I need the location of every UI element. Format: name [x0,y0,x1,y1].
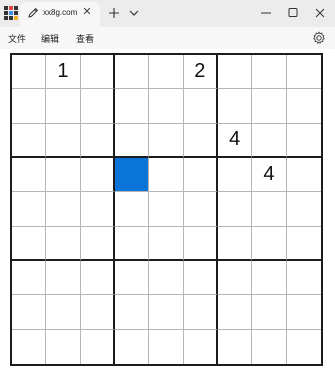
sudoku-cell[interactable] [252,329,287,364]
sudoku-cell[interactable] [12,260,47,296]
sudoku-cell[interactable] [183,123,218,158]
sudoku-cell[interactable] [149,295,184,330]
browser-tab[interactable]: xx8g.com ✕ [20,2,100,27]
app-icon[interactable] [4,6,18,20]
close-icon[interactable] [311,4,329,22]
sudoku-cell[interactable] [183,226,218,261]
sudoku-cell[interactable] [46,192,81,227]
sudoku-cell[interactable] [46,123,81,158]
sudoku-cell[interactable] [184,329,218,364]
sudoku-cell[interactable] [149,260,184,296]
sudoku-cell[interactable] [80,157,115,193]
sudoku-cell[interactable] [115,329,150,364]
chevron-down-icon[interactable] [126,4,142,22]
sudoku-cell[interactable] [286,192,321,227]
sudoku-cell[interactable] [149,123,184,158]
sudoku-cell[interactable] [80,89,115,124]
sudoku-cell[interactable] [252,295,287,330]
sudoku-cell[interactable] [286,124,321,158]
sudoku-cell[interactable] [149,55,184,90]
selected-cell[interactable] [114,157,150,193]
sudoku-cell[interactable] [217,89,253,124]
sudoku-cell[interactable] [12,123,47,158]
sudoku-cell[interactable] [80,55,115,90]
sudoku-cell[interactable] [286,55,321,90]
sudoku-cell[interactable] [80,295,115,330]
sudoku-cell[interactable] [46,295,81,330]
sudoku-cell[interactable] [217,295,253,330]
sudoku-cell[interactable] [252,89,287,124]
sudoku-cell[interactable] [12,89,47,124]
sudoku-cell[interactable] [46,89,81,124]
sudoku-cell[interactable] [114,55,150,90]
sudoku-cell[interactable] [217,226,253,261]
menu-edit[interactable]: 编辑 [41,32,59,45]
sudoku-cell[interactable]: 1 [46,55,81,90]
sudoku-cell[interactable] [217,157,253,193]
tab-close-icon[interactable]: ✕ [81,5,93,19]
sudoku-cell[interactable] [149,89,184,124]
sudoku-cell[interactable] [149,192,184,227]
sudoku-cell[interactable] [46,329,81,364]
sudoku-cell[interactable] [252,123,287,158]
sudoku-cell[interactable] [252,192,287,227]
sudoku-cell[interactable] [217,260,253,296]
sudoku-cell[interactable] [80,260,115,296]
menu-file[interactable]: 文件 [8,32,26,45]
sudoku-cell[interactable] [80,226,115,261]
sudoku-cell[interactable]: 4 [252,157,287,193]
sudoku-cell[interactable] [286,295,321,330]
sudoku-cell[interactable] [81,329,115,364]
sudoku-cell[interactable]: 4 [217,123,253,158]
sudoku-cell[interactable] [12,157,47,193]
sudoku-cell[interactable] [12,295,47,330]
sudoku-cell[interactable] [286,261,321,296]
sudoku-cell[interactable] [46,226,81,261]
sudoku-board: 1 2 44 [10,53,323,366]
sudoku-cell[interactable] [183,157,218,193]
sudoku-cell[interactable] [183,192,218,227]
pencil-icon [28,7,39,18]
maximize-icon[interactable] [284,4,302,22]
sudoku-cell[interactable] [12,226,47,261]
sudoku-cell[interactable] [287,330,321,364]
sudoku-cell[interactable] [114,123,150,158]
sudoku-cell[interactable] [286,89,321,124]
sudoku-cell[interactable] [46,260,81,296]
gear-icon[interactable] [311,30,327,46]
sudoku-cell[interactable] [80,192,115,227]
sudoku-cell[interactable] [46,157,81,193]
sudoku-cell[interactable] [114,226,150,261]
minimize-icon[interactable] [256,4,276,22]
sudoku-cell[interactable] [286,227,321,261]
sudoku-cell[interactable] [149,226,184,261]
sudoku-cell[interactable] [80,123,115,158]
sudoku-cell[interactable] [252,260,287,296]
tab-title: xx8g.com [43,8,78,17]
sudoku-cell[interactable]: 2 [183,55,218,90]
tab-bar: xx8g.com ✕ [0,0,335,27]
sudoku-cell[interactable] [183,295,218,330]
sudoku-cell[interactable] [252,226,287,261]
menu-bar: 文件 编辑 查看 [0,27,335,49]
sudoku-cell[interactable] [149,329,184,364]
sudoku-cell[interactable] [217,192,253,227]
sudoku-cell[interactable] [114,192,150,227]
new-tab-icon[interactable] [106,4,122,22]
sudoku-cell[interactable] [252,55,287,90]
sudoku-cell[interactable] [114,89,150,124]
sudoku-cell[interactable] [12,329,47,364]
sudoku-cell[interactable] [183,89,218,124]
menu-view[interactable]: 查看 [76,32,94,45]
sudoku-cell[interactable] [286,158,321,193]
sudoku-cell[interactable] [183,260,218,296]
sudoku-cell[interactable] [218,329,253,364]
sudoku-cell[interactable] [114,295,150,330]
sudoku-cell[interactable] [12,55,47,90]
sudoku-cell[interactable] [217,55,253,90]
sudoku-cell[interactable] [149,157,184,193]
sudoku-cell[interactable] [114,260,150,296]
board-area: 1 2 44 [0,49,335,370]
sudoku-cell[interactable] [12,192,47,227]
